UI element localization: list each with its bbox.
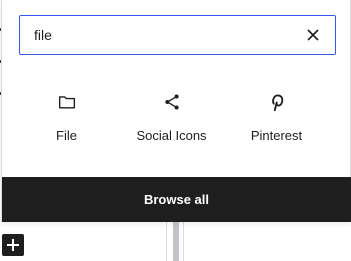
block-item-label: Social Icons (136, 128, 207, 143)
search-input[interactable] (34, 27, 303, 43)
pinterest-icon (265, 90, 289, 114)
share-icon (160, 90, 184, 114)
block-item-label: Pinterest (250, 128, 303, 143)
browse-all-label: Browse all (143, 192, 210, 207)
plus-icon (7, 239, 19, 251)
scrollbar[interactable] (166, 221, 184, 261)
block-results: File Social Icons Pinterest (14, 80, 340, 160)
clear-search-button[interactable] (303, 25, 323, 45)
block-item-pinterest[interactable]: Pinterest (224, 80, 329, 160)
browse-all-button[interactable]: Browse all (2, 177, 351, 222)
block-item-label: File (56, 128, 77, 143)
block-item-file[interactable]: File (14, 80, 119, 160)
close-icon (307, 29, 319, 41)
folder-icon (55, 90, 79, 114)
scrollbar-thumb[interactable] (173, 221, 179, 261)
block-item-social-icons[interactable]: Social Icons (119, 80, 224, 160)
add-block-button[interactable] (2, 234, 24, 256)
search-box (19, 15, 336, 55)
block-inserter-popover: File Social Icons Pinterest (1, 0, 351, 222)
